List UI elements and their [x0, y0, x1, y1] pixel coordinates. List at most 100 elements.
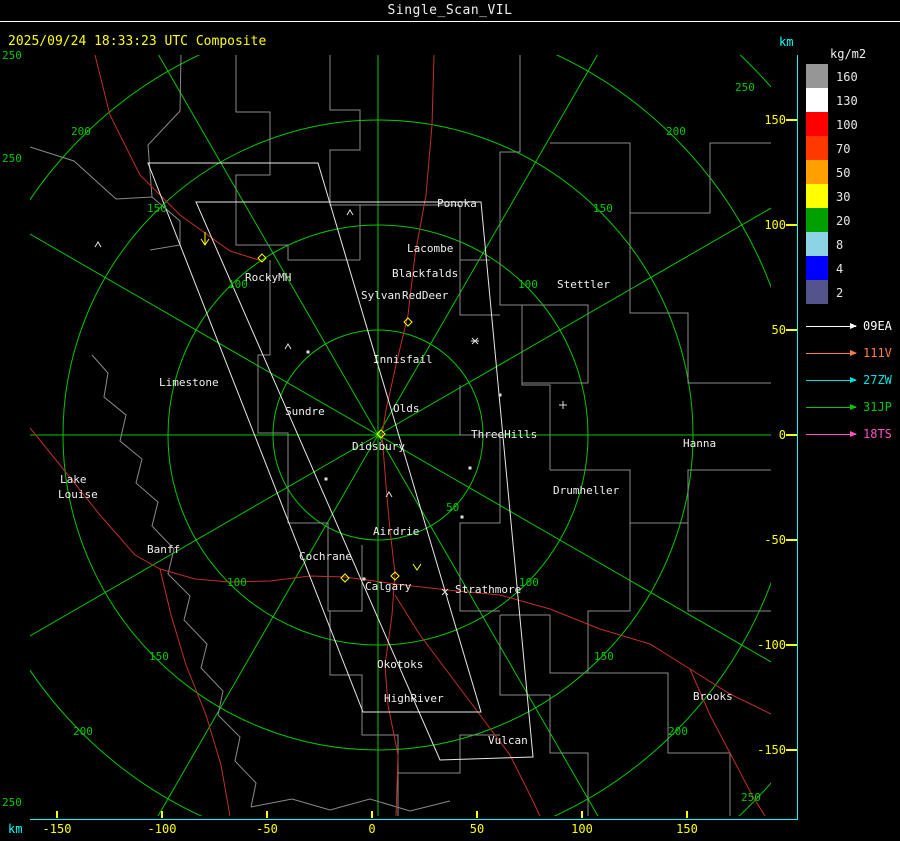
colorbar-value: 8 — [836, 238, 844, 252]
track-legend-row: 09EA — [806, 319, 892, 333]
colorbar-value: 20 — [836, 214, 851, 228]
colorbar-value: 100 — [836, 118, 858, 132]
city-label-strathmore: Strathmore — [455, 583, 522, 596]
axis-tick-label: -50 — [256, 822, 278, 836]
city-label-didsbury: Didsbury — [352, 440, 405, 453]
axis-tick — [786, 644, 797, 646]
spot-markers — [94, 209, 567, 596]
range-ring-label: 250 — [741, 791, 761, 804]
axis-tick-label: -150 — [757, 743, 786, 757]
city-label-drumheller: Drumheller — [553, 484, 620, 497]
track-arrow-icon — [806, 349, 857, 356]
axis-tick-label: 0 — [368, 822, 376, 836]
range-ring-label: 250 — [2, 796, 22, 809]
axis-tick — [56, 811, 58, 818]
track-id-label: 09EA — [863, 319, 892, 333]
colorbar-swatch — [806, 184, 828, 208]
range-ring-label: 50 — [446, 501, 460, 514]
right-axis-unit-label: km — [779, 35, 794, 49]
axis-tick — [786, 434, 797, 436]
axis-tick-label: -50 — [764, 533, 786, 547]
range-ring-label: 200 — [668, 725, 688, 738]
range-ring-label: 150 — [593, 202, 613, 215]
axis-tick-label: 150 — [764, 113, 786, 127]
city-label-vulcan: Vulcan — [488, 734, 528, 747]
range-ring-label: 200 — [666, 125, 686, 138]
range-ring-label: 250 — [2, 49, 22, 62]
colorbar-swatch — [806, 208, 828, 232]
axis-tick — [786, 119, 797, 121]
axis-tick — [161, 811, 163, 818]
colorbar-swatch — [806, 136, 828, 160]
track-id-label: 111V — [863, 346, 892, 360]
colorbar-value: 70 — [836, 142, 851, 156]
city-label-lake: Lake — [60, 473, 87, 486]
colorbar-value: 4 — [836, 262, 844, 276]
axis-tick-label: 0 — [778, 428, 786, 442]
axis-tick — [686, 811, 688, 818]
range-ring-label: 150 — [594, 650, 614, 663]
city-label-louise: Louise — [58, 488, 98, 501]
city-label-airdrie: Airdrie — [373, 525, 420, 538]
city-label-rockymh: RockyMH — [245, 271, 292, 284]
city-label-calgary: Calgary — [365, 580, 412, 593]
city-label-blackfalds: Blackfalds — [392, 267, 459, 280]
city-label-brooks: Brooks — [693, 690, 733, 703]
colorbar-value: 30 — [836, 190, 851, 204]
track-id-label: 27ZW — [863, 373, 892, 387]
city-label-banff: Banff — [147, 543, 181, 556]
track-id-label: 31JP — [863, 400, 892, 414]
axis-tick-label: 100 — [764, 218, 786, 232]
bottom-axis-line — [30, 819, 798, 820]
colorbar-swatch — [806, 64, 828, 88]
colorbar-swatch — [806, 112, 828, 136]
city-label-innisfail: Innisfail — [373, 353, 433, 366]
range-ring-label: 150 — [147, 202, 167, 215]
city-label-reddeer: RedDeer — [402, 289, 449, 302]
track-legend-row: 18TS — [806, 427, 892, 441]
axis-tick — [786, 749, 797, 751]
range-ring-label: 200 — [73, 725, 93, 738]
track-legend-row: 31JP — [806, 400, 892, 414]
colorbar-swatch — [806, 88, 828, 112]
axis-tick-label: -100 — [757, 638, 786, 652]
city-label-lacombe: Lacombe — [407, 242, 454, 255]
colorbar-value: 160 — [836, 70, 858, 84]
axis-tick — [786, 224, 797, 226]
axis-tick — [476, 811, 478, 818]
colorbar-swatch — [806, 160, 828, 184]
axis-tick — [786, 539, 797, 541]
track-arrow-icon — [806, 403, 857, 410]
colorbar-value: 50 — [836, 166, 851, 180]
scan-timestamp: 2025/09/24 18:33:23 UTC Composite — [8, 34, 267, 49]
colorbar-value: 2 — [836, 286, 844, 300]
range-ring-label: 250 — [2, 152, 22, 165]
city-label-stettler: Stettler — [557, 278, 610, 291]
axis-tick-label: -100 — [147, 822, 177, 836]
city-label-hanna: Hanna — [683, 437, 717, 450]
range-ring-label: 200 — [71, 125, 91, 138]
track-arrow-icon — [806, 430, 857, 437]
track-legend-row: 27ZW — [806, 373, 892, 387]
city-label-ponoka: Ponoka — [437, 197, 477, 210]
colorbar-swatch — [806, 256, 828, 280]
range-ring-label: 100 — [227, 576, 247, 589]
colorbar-swatch — [806, 280, 828, 304]
range-ring-label: 150 — [149, 650, 169, 663]
right-axis-line — [797, 55, 798, 819]
city-label-limestone: Limestone — [159, 376, 219, 389]
city-label-highriver: HighRiver — [384, 692, 444, 705]
axis-tick-label: 50 — [469, 822, 485, 836]
colorbar-value: 130 — [836, 94, 858, 108]
track-id-label: 18TS — [863, 427, 892, 441]
city-label-threehills: ThreeHills — [471, 428, 538, 441]
track-arrow-icon — [806, 322, 857, 329]
window-title: Single_Scan_VIL — [0, 0, 900, 22]
axis-tick — [786, 329, 797, 331]
range-ring-label: 100 — [519, 576, 539, 589]
range-ring-label: 100 — [518, 278, 538, 291]
track-arrow-icon — [806, 376, 857, 383]
axis-tick — [266, 811, 268, 818]
colorbar-unit-label: kg/m2 — [830, 47, 867, 61]
city-label-sundre: Sundre — [285, 405, 325, 418]
